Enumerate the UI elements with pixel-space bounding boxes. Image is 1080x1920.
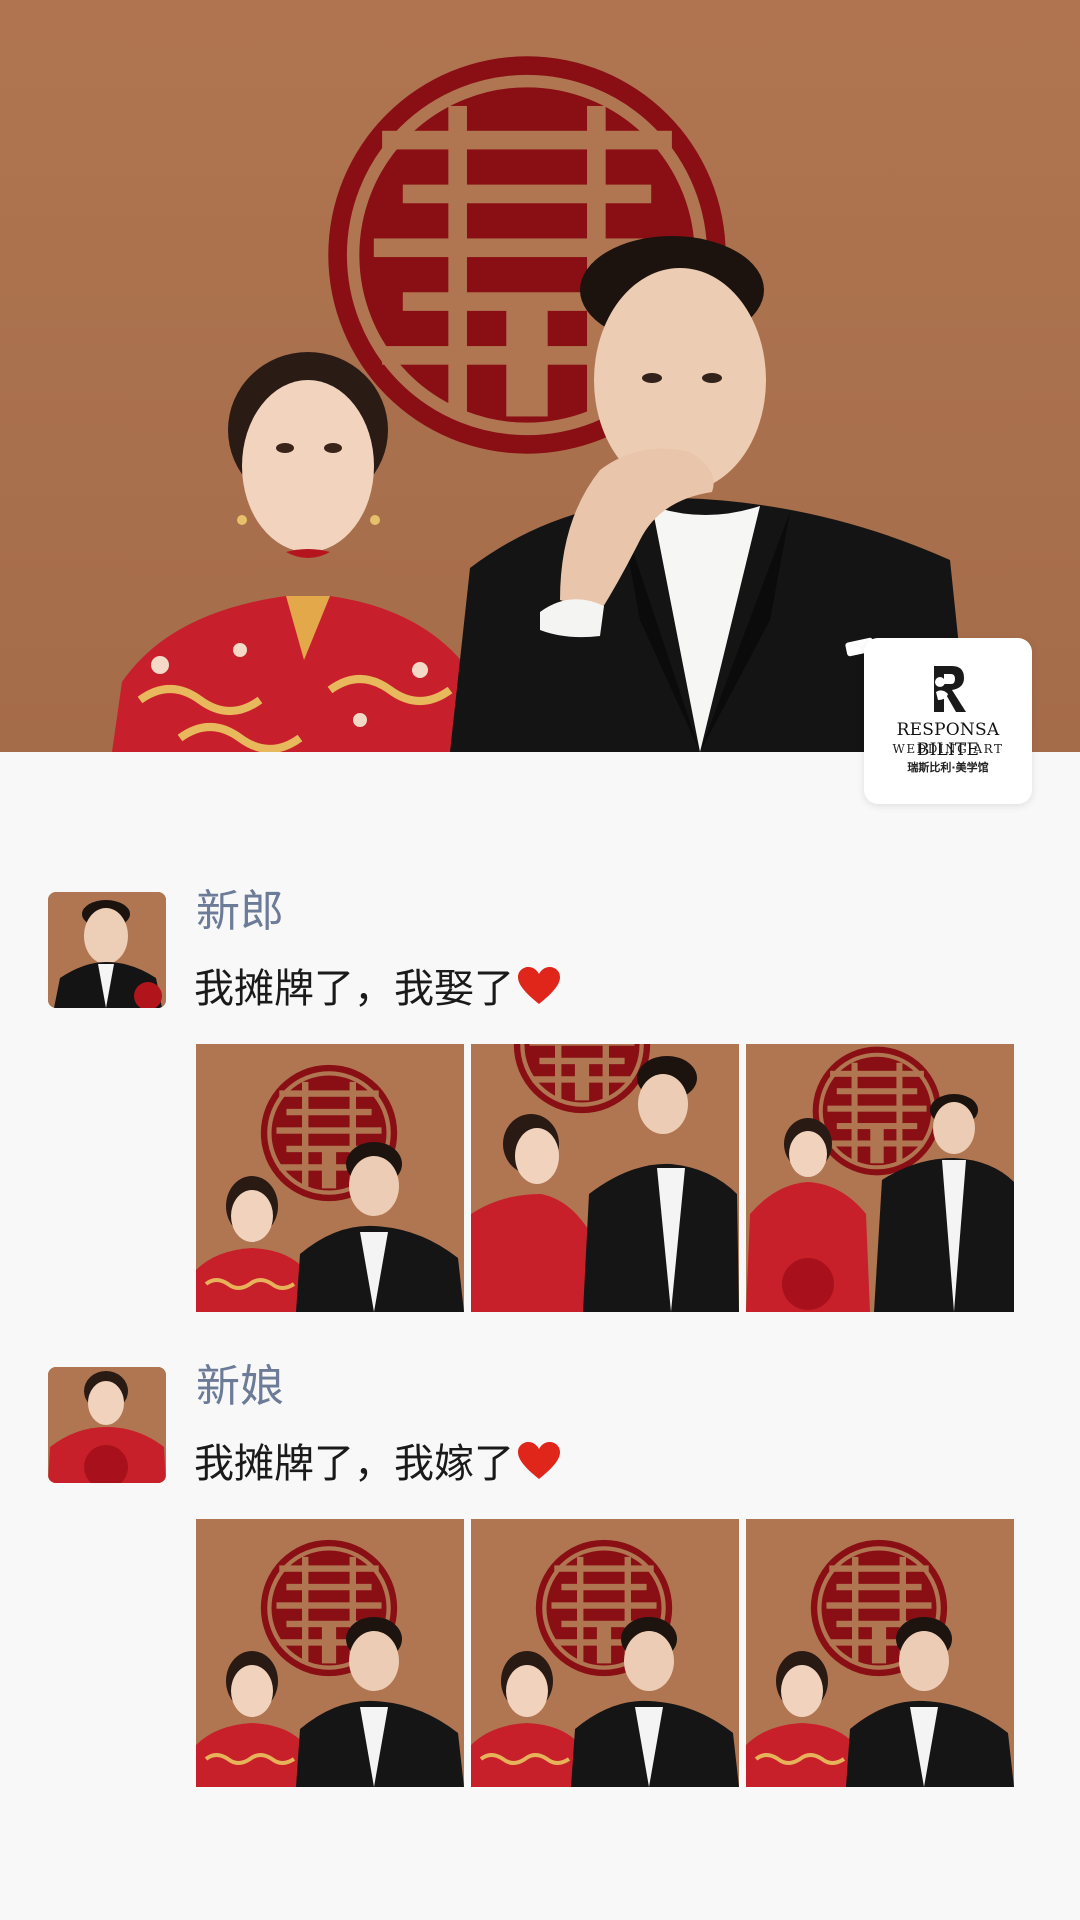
heart-icon bbox=[516, 966, 562, 1006]
studio-subtitle: WEDDING ART bbox=[892, 742, 1004, 756]
post-message: 我摊牌了，我嫁了 bbox=[194, 1441, 562, 1484]
photo-image bbox=[746, 1519, 1014, 1787]
post-message-text: 我摊牌了，我娶了 bbox=[194, 966, 514, 1012]
photo-thumbnail[interactable] bbox=[746, 1519, 1014, 1787]
studio-logo-card: RESPONSA BILITE WEDDING ART 瑞斯比利·美学馆 bbox=[864, 638, 1032, 804]
photo-grid bbox=[196, 1044, 1014, 1312]
post-message-text: 我摊牌了，我嫁了 bbox=[194, 1441, 514, 1487]
photo-image bbox=[196, 1044, 464, 1312]
studio-logo-icon bbox=[934, 666, 966, 712]
avatar[interactable] bbox=[48, 1367, 166, 1483]
author-name[interactable]: 新郎 bbox=[196, 890, 284, 934]
photo-thumbnail[interactable] bbox=[746, 1044, 1014, 1312]
photo-thumbnail[interactable] bbox=[471, 1044, 739, 1312]
avatar-image bbox=[48, 892, 166, 1008]
author-name[interactable]: 新娘 bbox=[196, 1365, 284, 1409]
photo-thumbnail[interactable] bbox=[471, 1519, 739, 1787]
heart-icon bbox=[516, 1441, 562, 1481]
photo-thumbnail[interactable] bbox=[196, 1044, 464, 1312]
avatar-image bbox=[48, 1367, 166, 1483]
photo-image bbox=[196, 1519, 464, 1787]
photo-image bbox=[746, 1044, 1014, 1312]
photo-image bbox=[471, 1044, 739, 1312]
photo-thumbnail[interactable] bbox=[196, 1519, 464, 1787]
avatar[interactable] bbox=[48, 892, 166, 1008]
photo-grid bbox=[196, 1519, 1014, 1787]
studio-chinese-name: 瑞斯比利·美学馆 bbox=[907, 761, 989, 774]
post-message: 我摊牌了，我娶了 bbox=[194, 966, 562, 1009]
photo-image bbox=[471, 1519, 739, 1787]
